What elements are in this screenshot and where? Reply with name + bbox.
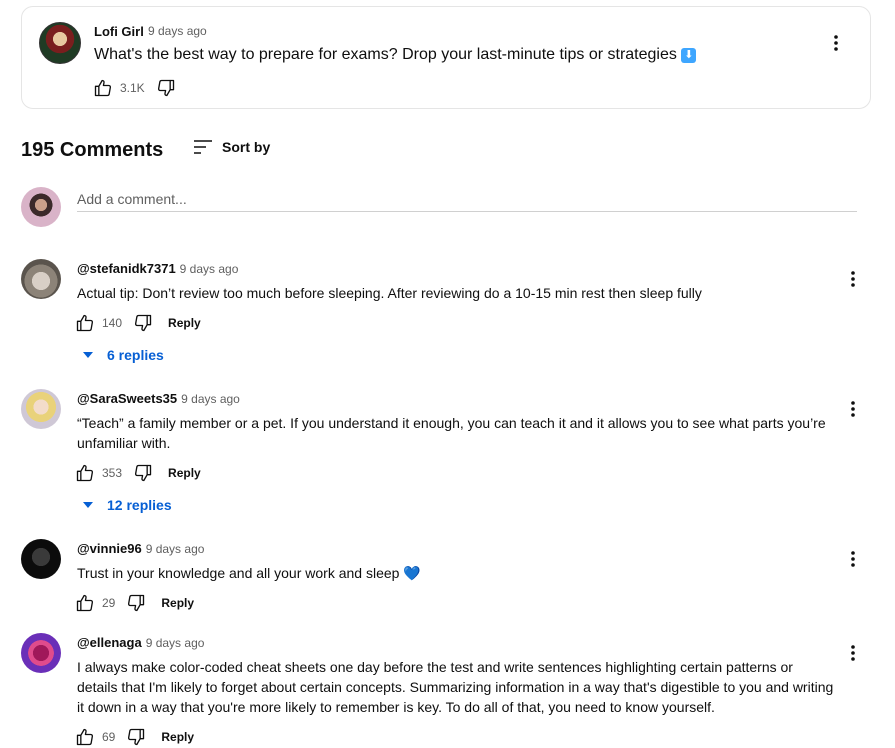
comment-more-icon[interactable] xyxy=(843,643,863,663)
comment-time[interactable]: 9 days ago xyxy=(180,262,239,276)
comment-author-line: @ellenaga 9 days ago xyxy=(77,635,204,650)
comment-avatar[interactable] xyxy=(21,389,61,429)
comment-text: Actual tip: Don’t review too much before… xyxy=(77,285,702,301)
comment-actions: 140 Reply xyxy=(74,312,201,334)
view-replies-button[interactable]: 6 replies xyxy=(81,347,164,363)
post-text: What's the best way to prepare for exams… xyxy=(94,46,697,64)
view-replies-button[interactable]: 12 replies xyxy=(81,497,172,513)
reply-button[interactable]: Reply xyxy=(161,730,194,744)
chevron-down-icon xyxy=(83,502,93,508)
thumbs-down-icon xyxy=(128,594,145,612)
like-button[interactable] xyxy=(92,77,114,99)
sort-by-label: Sort by xyxy=(222,139,271,155)
like-count: 3.1K xyxy=(120,81,145,95)
user-avatar xyxy=(21,187,61,227)
comment-author-line: @stefanidk7371 9 days ago xyxy=(77,261,238,276)
comment-more-icon[interactable] xyxy=(843,549,863,569)
like-button[interactable] xyxy=(74,462,96,484)
thumbs-up-icon xyxy=(94,79,112,97)
thumbs-up-icon xyxy=(76,728,94,746)
comment-actions: 353 Reply xyxy=(74,462,201,484)
post-more-icon[interactable] xyxy=(826,33,846,53)
thumbs-up-icon xyxy=(76,314,94,332)
comment-author-line: @vinnie96 9 days ago xyxy=(77,541,204,556)
dislike-button[interactable] xyxy=(125,592,147,614)
chevron-down-icon xyxy=(83,352,93,358)
comment-time[interactable]: 9 days ago xyxy=(146,636,205,650)
comment-more-icon[interactable] xyxy=(843,399,863,419)
comment-author[interactable]: @ellenaga xyxy=(77,635,142,650)
dislike-button[interactable] xyxy=(125,726,147,748)
thumbs-up-icon xyxy=(76,464,94,482)
channel-avatar[interactable] xyxy=(39,22,81,64)
community-post: Lofi Girl 9 days ago What's the best way… xyxy=(21,6,871,109)
comment-author-line: @SaraSweets35 9 days ago xyxy=(77,391,240,406)
post-actions: 3.1K xyxy=(92,77,177,99)
replies-label: 12 replies xyxy=(107,497,172,513)
like-button[interactable] xyxy=(74,726,96,748)
like-count: 69 xyxy=(102,730,116,744)
comment-avatar[interactable] xyxy=(21,259,61,299)
sort-icon xyxy=(194,140,212,154)
comment-avatar[interactable] xyxy=(21,633,61,673)
sort-by-button[interactable]: Sort by xyxy=(192,137,270,157)
dislike-button[interactable] xyxy=(132,312,154,334)
thumbs-up-icon xyxy=(76,594,94,612)
reply-button[interactable]: Reply xyxy=(168,316,201,330)
thumbs-down-icon xyxy=(157,79,174,97)
reply-button[interactable]: Reply xyxy=(168,466,201,480)
comment-author[interactable]: @vinnie96 xyxy=(77,541,142,556)
thumbs-down-icon xyxy=(135,314,152,332)
dislike-button[interactable] xyxy=(155,77,177,99)
comment-more-icon[interactable] xyxy=(843,269,863,289)
comments-count: 195 Comments xyxy=(21,139,164,161)
thumbs-down-icon xyxy=(128,728,145,746)
down-arrow-emoji: ⬇ xyxy=(681,48,697,63)
like-count: 140 xyxy=(102,316,123,330)
comment-text: Trust in your knowledge and all your wor… xyxy=(77,565,421,581)
like-count: 353 xyxy=(102,466,123,480)
comment-author[interactable]: @stefanidk7371 xyxy=(77,261,176,276)
comment-time[interactable]: 9 days ago xyxy=(181,392,240,406)
comment-actions: 69 Reply xyxy=(74,726,194,748)
post-time[interactable]: 9 days ago xyxy=(148,24,207,38)
reply-button[interactable]: Reply xyxy=(161,596,194,610)
comment-text: I always make color-coded cheat sheets o… xyxy=(77,659,834,715)
comment-text: “Teach” a family member or a pet. If you… xyxy=(77,415,826,451)
thumbs-down-icon xyxy=(135,464,152,482)
comment-author[interactable]: @SaraSweets35 xyxy=(77,391,177,406)
comment-avatar[interactable] xyxy=(21,539,61,579)
add-comment-input[interactable] xyxy=(77,187,857,212)
post-text-body: What's the best way to prepare for exams… xyxy=(94,46,677,63)
comment-actions: 29 Reply xyxy=(74,592,194,614)
like-button[interactable] xyxy=(74,312,96,334)
comment-time[interactable]: 9 days ago xyxy=(146,542,205,556)
like-count: 29 xyxy=(102,596,116,610)
dislike-button[interactable] xyxy=(132,462,154,484)
post-author[interactable]: Lofi Girl xyxy=(94,24,144,39)
like-button[interactable] xyxy=(74,592,96,614)
replies-label: 6 replies xyxy=(107,347,164,363)
